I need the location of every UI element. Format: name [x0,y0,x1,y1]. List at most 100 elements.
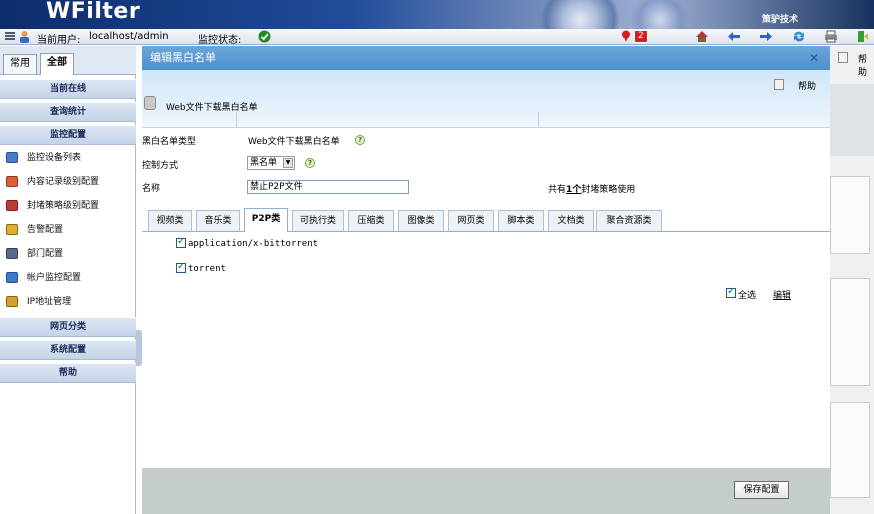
menu-group-system-config[interactable]: 系统配置 [0,340,136,360]
ip-icon [6,296,18,307]
print-icon[interactable] [824,30,838,43]
sidebar-item-block-level[interactable]: 封堵策略级别配置 [0,196,136,216]
entry-label: application/x-bittorrent [188,239,319,249]
tab-common[interactable]: 常用 [3,54,37,74]
banner-decoration [540,0,620,29]
sidebar-item-label: 告警配置 [27,225,64,235]
sidebar-item-ip[interactable]: IP地址管理 [0,292,136,312]
app-logo: WFilter [46,0,141,24]
entry-checkbox[interactable] [176,236,186,248]
back-arrow-icon[interactable] [727,30,741,43]
type-value: Web文件下载黑白名单 [248,137,340,147]
alert-count-badge[interactable]: 2 [634,30,648,43]
monitor-status-label: 监控状态: [198,35,242,46]
sidebar-tabs: 常用 全部 [0,46,136,75]
mode-label: 控制方式 [142,161,179,171]
chevron-down-icon: ▼ [283,158,293,168]
entry-label: torrent [188,264,226,274]
sidebar-item-label: 封堵策略级别配置 [27,201,100,211]
company-name: 策驴技术 [761,15,798,25]
type-label: 黑白名单类型 [142,137,197,147]
mode-select-value: 黑名单 [250,158,278,168]
select-all-checkbox[interactable] [726,286,736,298]
alert-icon [6,224,18,235]
dialog-header-band [142,70,830,128]
current-user-label: 当前用户: [37,35,81,46]
list-icon [144,96,156,110]
edit-link[interactable]: 编辑 [773,288,791,301]
help-link[interactable]: 帮助 [858,52,874,78]
monitor-icon [6,152,18,163]
home-icon[interactable] [695,30,709,43]
entry-checkbox[interactable] [176,261,186,273]
sidebar-item-label: 监控设备列表 [27,153,82,163]
status-ok-icon [258,30,272,43]
status-bar: 当前用户: localhost/admin 监控状态: 2 [0,29,874,46]
help-icon [838,52,848,63]
tab-webpage[interactable]: 网页类 [448,210,494,231]
close-icon[interactable]: ✕ [808,52,820,64]
help-link[interactable]: 帮助 [798,79,816,92]
background-box [830,278,870,386]
forward-arrow-icon[interactable] [759,30,773,43]
tab-music[interactable]: 音乐类 [196,210,240,231]
tab-p2p[interactable]: P2P类 [244,208,288,232]
tab-script[interactable]: 脚本类 [498,210,544,231]
name-field[interactable]: 禁止P2P文件 [247,180,409,194]
logout-icon[interactable] [856,30,870,43]
sidebar: 常用 全部 当前在线 查询统计 监控配置 监控设备列表 内容记录级别配置 封堵策… [0,46,136,514]
sidebar-item-label: 帐户监控配置 [27,273,82,283]
policy-count-link[interactable]: 1个 [566,185,581,195]
dialog-subtitle: Web文件下载黑白名单 [166,103,258,113]
select-all-label: 全选 [738,291,757,301]
policy-count: 共有1个封堵策略使用 [548,182,635,195]
tab-image[interactable]: 图像类 [398,210,444,231]
edit-list-dialog: 编辑黑白名单 ✕ 帮助 Web文件下载黑白名单 黑白名单类型 Web文件下载黑白… [142,46,830,514]
policy-count-prefix: 共有 [548,185,567,195]
account-icon [6,272,18,283]
user-icon [18,30,32,43]
tab-compressed[interactable]: 压缩类 [348,210,394,231]
sidebar-item-alert[interactable]: 告警配置 [0,220,136,240]
background-box [830,176,870,254]
dialog-title: 编辑黑白名单 [142,46,830,70]
block-icon [6,200,18,211]
sidebar-item-label: IP地址管理 [27,297,72,307]
current-user: localhost/admin [89,31,169,42]
mode-select[interactable]: 黑名单 ▼ [247,156,295,170]
alert-pin-icon[interactable] [621,30,635,43]
tab-document[interactable]: 文档类 [548,210,594,231]
sidebar-item-label: 部门配置 [27,249,64,259]
background-panel: 帮助 [830,46,874,514]
background-box [830,402,870,498]
menu-group-web-category[interactable]: 网页分类 [0,317,136,337]
background-band [830,84,874,156]
save-button[interactable]: 保存配置 [734,481,789,499]
menu-group-monitor-config[interactable]: 监控配置 [0,125,136,145]
menu-icon[interactable] [4,30,18,43]
name-label: 名称 [142,184,161,194]
record-icon [6,176,18,187]
menu-group-online[interactable]: 当前在线 [0,79,136,99]
question-icon[interactable]: ? [305,158,315,168]
tab-aggregate[interactable]: 聚合资源类 [596,210,662,231]
policy-count-suffix: 封堵策略使用 [581,185,636,195]
tab-all[interactable]: 全部 [40,53,74,75]
tab-executable[interactable]: 可执行类 [292,210,344,231]
question-icon[interactable]: ? [355,135,365,145]
refresh-icon[interactable] [792,30,806,43]
sidebar-item-department[interactable]: 部门配置 [0,244,136,264]
sidebar-item-record-level[interactable]: 内容记录级别配置 [0,172,136,192]
dialog-footer: 保存配置 [142,468,830,514]
category-tabs: 视频类 音乐类 P2P类 可执行类 压缩类 图像类 网页类 脚本类 文档类 聚合… [142,208,830,232]
menu-group-query[interactable]: 查询统计 [0,102,136,122]
sidebar-item-label: 内容记录级别配置 [27,177,100,187]
department-icon [6,248,18,259]
header-banner: WFilter 策驴技术 [0,0,874,29]
help-icon [774,79,784,90]
sidebar-item-device-list[interactable]: 监控设备列表 [0,148,136,168]
sidebar-item-account[interactable]: 帐户监控配置 [0,268,136,288]
menu-group-help[interactable]: 帮助 [0,363,136,383]
tab-video[interactable]: 视频类 [148,210,192,231]
banner-decoration [630,0,690,29]
